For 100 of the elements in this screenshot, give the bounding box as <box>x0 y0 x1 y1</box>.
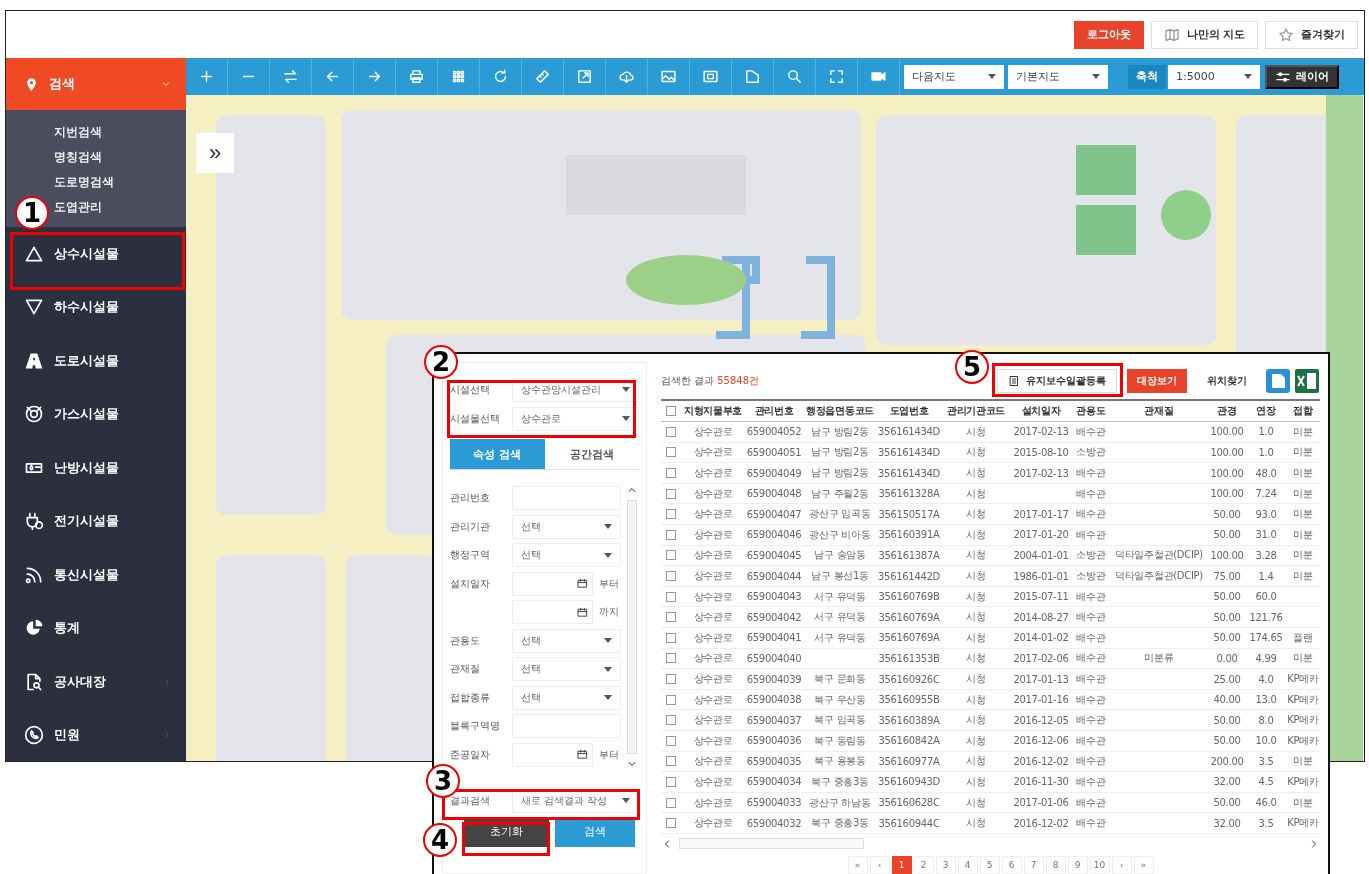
row-checkbox[interactable] <box>666 674 676 684</box>
submenu-item[interactable]: 명칭검색 <box>54 145 186 170</box>
page-button[interactable]: 2 <box>913 855 934 874</box>
row-checkbox[interactable] <box>666 756 676 767</box>
page-button[interactable]: 1 <box>891 855 912 874</box>
sidebar-item[interactable]: 하수시설물 <box>6 280 186 334</box>
row-checkbox[interactable] <box>666 447 676 458</box>
document-search-icon <box>24 671 44 692</box>
scale-select[interactable]: 1:5000 <box>1168 64 1260 89</box>
row-checkbox[interactable] <box>666 550 676 561</box>
table-cell: 659004047 <box>745 508 803 520</box>
cloud-download-icon[interactable] <box>618 68 635 85</box>
map-type-select[interactable]: 다음지도 <box>904 64 1004 89</box>
external-link-icon[interactable] <box>576 68 593 85</box>
row-checkbox[interactable] <box>666 509 676 520</box>
swap-icon[interactable] <box>282 68 299 85</box>
first-page-button[interactable]: « <box>847 855 868 874</box>
sidebar-item-label: 하수시설물 <box>54 298 119 317</box>
image-icon[interactable] <box>660 68 677 85</box>
facility-select[interactable]: 상수관로 <box>512 406 639 431</box>
table-cell-text: 배수관 <box>1075 527 1107 542</box>
page-button[interactable]: 7 <box>1023 855 1044 874</box>
row-checkbox[interactable] <box>666 715 676 726</box>
top-bar-button[interactable]: 즐겨찾기 <box>1265 20 1358 49</box>
next-page-button[interactable]: › <box>1111 855 1132 874</box>
row-checkbox[interactable] <box>666 797 676 808</box>
table-cell-text: 2017-01-06 <box>1012 797 1070 809</box>
grid-icon[interactable] <box>450 68 467 85</box>
action-button[interactable]: 대장보기 <box>1127 368 1187 393</box>
expand-panel-button[interactable]: » <box>196 133 234 173</box>
ruler-icon[interactable] <box>534 68 551 85</box>
select-field[interactable]: 선택 <box>512 514 621 539</box>
page-button[interactable]: 8 <box>1045 855 1066 874</box>
row-checkbox[interactable] <box>666 818 676 829</box>
refresh-icon[interactable] <box>492 68 509 85</box>
select-field[interactable]: 선택 <box>512 657 621 682</box>
page-button[interactable]: 5 <box>979 855 1000 874</box>
search-menu-header[interactable]: 검색 <box>6 58 186 110</box>
top-bar-button[interactable]: 나만의 지도 <box>1150 20 1258 49</box>
printer-icon[interactable] <box>408 68 425 85</box>
spreadsheet-export-icon[interactable] <box>1294 367 1320 394</box>
page-button[interactable]: 6 <box>1001 855 1022 874</box>
select-field[interactable]: 선택 <box>512 628 621 653</box>
facility-select[interactable]: 상수관망시설관리 <box>512 377 639 402</box>
polygon-icon[interactable] <box>744 68 761 85</box>
sidebar-item[interactable]: 공사대장 <box>6 655 186 709</box>
sidebar-item[interactable]: 난방시설물 <box>6 441 186 495</box>
row-checkbox[interactable] <box>666 529 676 540</box>
page-button[interactable]: 4 <box>957 855 978 874</box>
submenu-item[interactable]: 도엽관리 <box>54 195 186 220</box>
page-button[interactable]: 10 <box>1089 855 1110 874</box>
sidebar-item[interactable]: 가스시설물 <box>6 387 186 441</box>
select-all-checkbox[interactable] <box>666 406 676 417</box>
row-checkbox[interactable] <box>666 468 676 479</box>
date-field[interactable] <box>512 742 593 767</box>
action-button[interactable]: 위치찾기 <box>1197 368 1257 393</box>
sidebar-item[interactable]: 민원 <box>6 708 186 762</box>
layer-button[interactable]: 레이어 <box>1265 64 1339 89</box>
select-field[interactable]: 선택 <box>512 685 621 710</box>
map-type-select[interactable]: 기본지도 <box>1008 64 1108 89</box>
submenu-item[interactable]: 도로명검색 <box>54 170 186 195</box>
fullscreen-icon[interactable] <box>828 68 845 85</box>
page-button[interactable]: 3 <box>935 855 956 874</box>
table-cell: 659004032 <box>745 817 803 829</box>
table-cell-text: 소방관 <box>1075 569 1107 584</box>
page-button[interactable]: 9 <box>1067 855 1088 874</box>
last-page-button[interactable]: » <box>1133 855 1154 874</box>
row-checkbox[interactable] <box>666 735 676 746</box>
row-checkbox[interactable] <box>666 632 676 643</box>
submenu-item[interactable]: 지번검색 <box>54 120 186 145</box>
previous-page-button[interactable]: ‹ <box>869 855 890 874</box>
top-bar-button[interactable]: 로그아웃 <box>1073 20 1144 49</box>
capture-icon[interactable] <box>702 68 719 85</box>
table-cell-text: 배수관 <box>1075 589 1107 604</box>
action-button[interactable]: 유지보수일괄등록 <box>997 368 1117 393</box>
sidebar-item[interactable]: 통신시설물 <box>6 548 186 602</box>
sidebar-item[interactable]: 상수시설물 <box>6 227 186 281</box>
search-icon[interactable] <box>786 68 803 85</box>
date-field[interactable] <box>512 600 593 625</box>
table-cell: 356160977A <box>877 755 941 767</box>
table-cell-text: 상수관로 <box>692 713 734 728</box>
plus-icon[interactable] <box>198 68 215 85</box>
sidebar-item[interactable]: 통계 <box>6 601 186 655</box>
document-export-icon[interactable] <box>1265 367 1291 394</box>
row-checkbox[interactable] <box>666 426 676 437</box>
select-field[interactable]: 선택 <box>512 543 621 568</box>
row-checkbox[interactable] <box>666 591 676 602</box>
date-field[interactable] <box>512 571 593 596</box>
sidebar-item[interactable]: 도로시설물 <box>6 334 186 388</box>
sidebar-item[interactable]: 전기시설물 <box>6 494 186 548</box>
row-checkbox[interactable] <box>666 612 676 623</box>
row-checkbox[interactable] <box>666 653 676 664</box>
row-checkbox[interactable] <box>666 488 676 499</box>
round-lawn <box>1161 190 1211 240</box>
row-checkbox[interactable] <box>666 694 676 705</box>
scrollbar-thumb[interactable] <box>627 500 637 754</box>
row-checkbox[interactable] <box>666 571 676 582</box>
scrollbar-thumb[interactable] <box>679 838 864 850</box>
table-cell: 356160842A <box>877 735 941 747</box>
row-checkbox[interactable] <box>666 776 676 787</box>
